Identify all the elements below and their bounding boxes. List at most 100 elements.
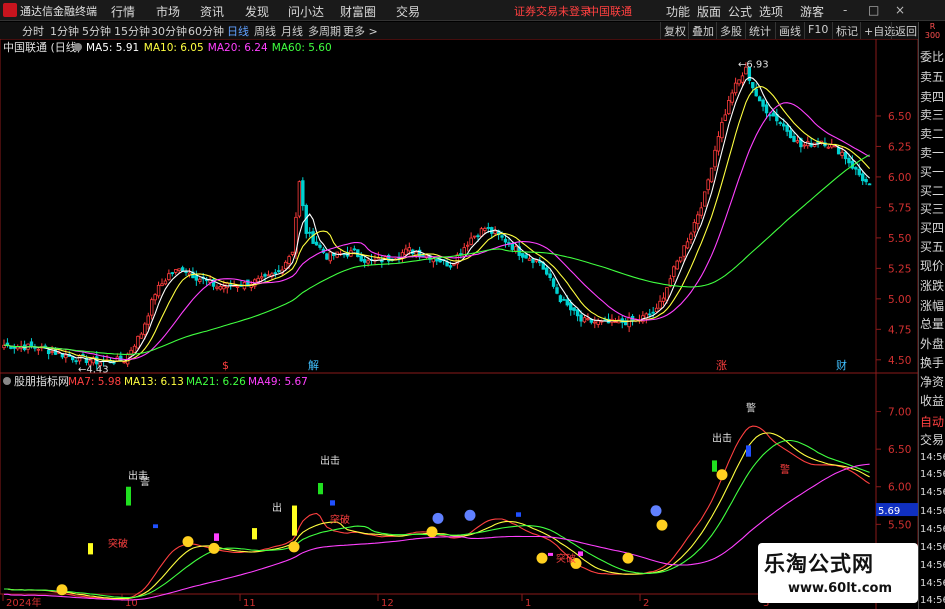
side-item[interactable]: 换手 <box>920 354 945 371</box>
kline-chart-svg[interactable]: 中国联通 (日线) MA5: 5.91 MA10: 6.05 MA20: 6.24 MA… <box>0 38 919 609</box>
candle-body <box>156 284 161 297</box>
candle-body <box>318 244 322 248</box>
side-item[interactable]: 14:56 <box>920 487 945 498</box>
signal-bar <box>712 460 717 472</box>
event-marker: $ <box>222 359 229 372</box>
close-icon[interactable]: × <box>895 3 905 17</box>
menu-xuanxiang[interactable]: 选项 <box>759 3 783 20</box>
candle-body <box>860 173 865 182</box>
side-item[interactable]: 涨跌 <box>920 277 945 294</box>
side-item[interactable]: 自动 <box>920 413 945 430</box>
side-item[interactable]: 现价 <box>920 257 945 274</box>
side-item[interactable]: 涨幅 <box>920 297 945 314</box>
kline-chart-area[interactable]: 中国联通 (日线) MA5: 5.91 MA10: 6.05 MA20: 6.24 MA… <box>0 38 919 609</box>
tool-diejia[interactable]: 叠加 <box>688 22 717 39</box>
period-60min[interactable]: 60分钟 <box>188 23 224 39</box>
menu-banmian[interactable]: 版面 <box>697 3 721 20</box>
menu-gongneng[interactable]: 功能 <box>666 3 690 20</box>
menu-caifuquan[interactable]: 财富圈 <box>340 3 376 20</box>
menu-zixun[interactable]: 资讯 <box>200 3 224 20</box>
side-item[interactable]: 卖三 <box>920 106 945 123</box>
tool-tongji[interactable]: 统计 <box>745 22 774 39</box>
side-item[interactable]: 14:56 <box>920 506 945 517</box>
candle-body <box>311 231 315 244</box>
main-y-tick-label: 4.50 <box>888 355 911 367</box>
side-item[interactable]: 14:56 <box>920 560 945 571</box>
candle-body <box>685 241 690 249</box>
tool-f10[interactable]: F10 <box>804 22 831 39</box>
maximize-icon[interactable]: □ <box>868 3 879 17</box>
menu-jiaoyi[interactable]: 交易 <box>396 3 420 20</box>
side-item[interactable]: 外盘 <box>920 335 945 352</box>
side-item[interactable]: 买二 <box>920 182 945 199</box>
menu-gongshi[interactable]: 公式 <box>728 3 752 20</box>
main-ma-label: MA5: 5.91 <box>86 42 139 54</box>
login-warning[interactable]: 证券交易未登录 <box>514 3 591 19</box>
period-1min[interactable]: 1分钟 <box>50 23 79 39</box>
tool-huaxian[interactable]: 画线 <box>775 22 804 39</box>
period-weekly[interactable]: 周线 <box>254 23 276 39</box>
side-item[interactable]: 卖五 <box>920 68 945 85</box>
ma10-line <box>3 85 871 362</box>
menu-shichang[interactable]: 市场 <box>156 3 180 20</box>
candle-body <box>527 258 532 261</box>
side-item[interactable]: 收益 <box>920 392 945 409</box>
main-y-tick-label: 6.50 <box>888 111 911 123</box>
main-y-tick-label: 6.25 <box>888 141 911 153</box>
period-15min[interactable]: 15分钟 <box>114 23 150 39</box>
sub-ma-label: MA21: 6.26 <box>186 376 246 388</box>
side-item[interactable]: 交易 <box>920 431 945 448</box>
side-item[interactable]: 买三 <box>920 200 945 217</box>
guest-label[interactable]: 游客 <box>800 3 824 20</box>
menu-hangqing[interactable]: 行情 <box>111 3 135 20</box>
period-30min[interactable]: 30分钟 <box>151 23 187 39</box>
side-item[interactable]: 14:56 <box>920 524 945 535</box>
side-item[interactable]: 卖二 <box>920 125 945 142</box>
side-item[interactable]: 买一 <box>920 163 945 180</box>
candle-body <box>218 285 223 290</box>
tool-biaoji[interactable]: 标记 <box>832 22 861 39</box>
side-item[interactable]: 14:56 <box>920 595 945 606</box>
side-item[interactable]: 14:56 <box>920 469 945 480</box>
candle-body <box>792 135 796 142</box>
side-item[interactable]: 卖一 <box>920 144 945 161</box>
signal-bar <box>252 528 257 540</box>
candle-body <box>119 355 123 361</box>
main-y-tick-label: 4.75 <box>888 324 911 336</box>
minimize-icon[interactable]: - <box>843 3 847 17</box>
menu-faxian[interactable]: 发现 <box>245 3 269 20</box>
candle-body <box>843 151 848 160</box>
side-item[interactable]: 14:56 <box>920 578 945 589</box>
low-price-label: ←4.43 <box>78 364 109 375</box>
period-5min[interactable]: 5分钟 <box>82 23 111 39</box>
side-item[interactable]: 卖四 <box>920 88 945 105</box>
tool-back[interactable]: 返回 <box>891 22 920 39</box>
candle-body <box>12 346 17 349</box>
side-item[interactable]: 14:56 <box>920 452 945 463</box>
candle-body <box>352 248 357 251</box>
tool-duogu[interactable]: 多股 <box>716 22 745 39</box>
period-monthly[interactable]: 月线 <box>281 23 303 39</box>
candle-body <box>500 235 504 238</box>
time-tick-label: 12 <box>381 598 394 609</box>
period-multi[interactable]: 多周期 <box>308 23 341 39</box>
candle-body <box>562 298 566 301</box>
side-item[interactable]: 买五 <box>920 238 945 255</box>
side-item[interactable]: 净资 <box>920 373 945 390</box>
menu-wenxiaoda[interactable]: 问小达 <box>288 3 324 20</box>
period-fenshi[interactable]: 分时 <box>22 23 44 39</box>
candle-body <box>579 314 583 322</box>
period-daily[interactable]: 日线 <box>227 23 249 39</box>
side-item[interactable]: 买四 <box>920 219 945 236</box>
side-item[interactable]: 委比 <box>920 48 945 65</box>
candle-body <box>287 256 291 264</box>
signal-face-icon <box>464 509 476 521</box>
event-marker: 财 <box>836 358 847 372</box>
tool-fuquan[interactable]: 复权 <box>660 22 689 39</box>
side-item[interactable]: 总量 <box>920 315 945 332</box>
period-more[interactable]: 更多 > <box>343 23 378 39</box>
side-top-r: R <box>929 22 936 31</box>
candle-body <box>421 254 425 257</box>
side-item[interactable]: 14:56 <box>920 542 945 553</box>
app-logo-icon <box>3 3 17 17</box>
